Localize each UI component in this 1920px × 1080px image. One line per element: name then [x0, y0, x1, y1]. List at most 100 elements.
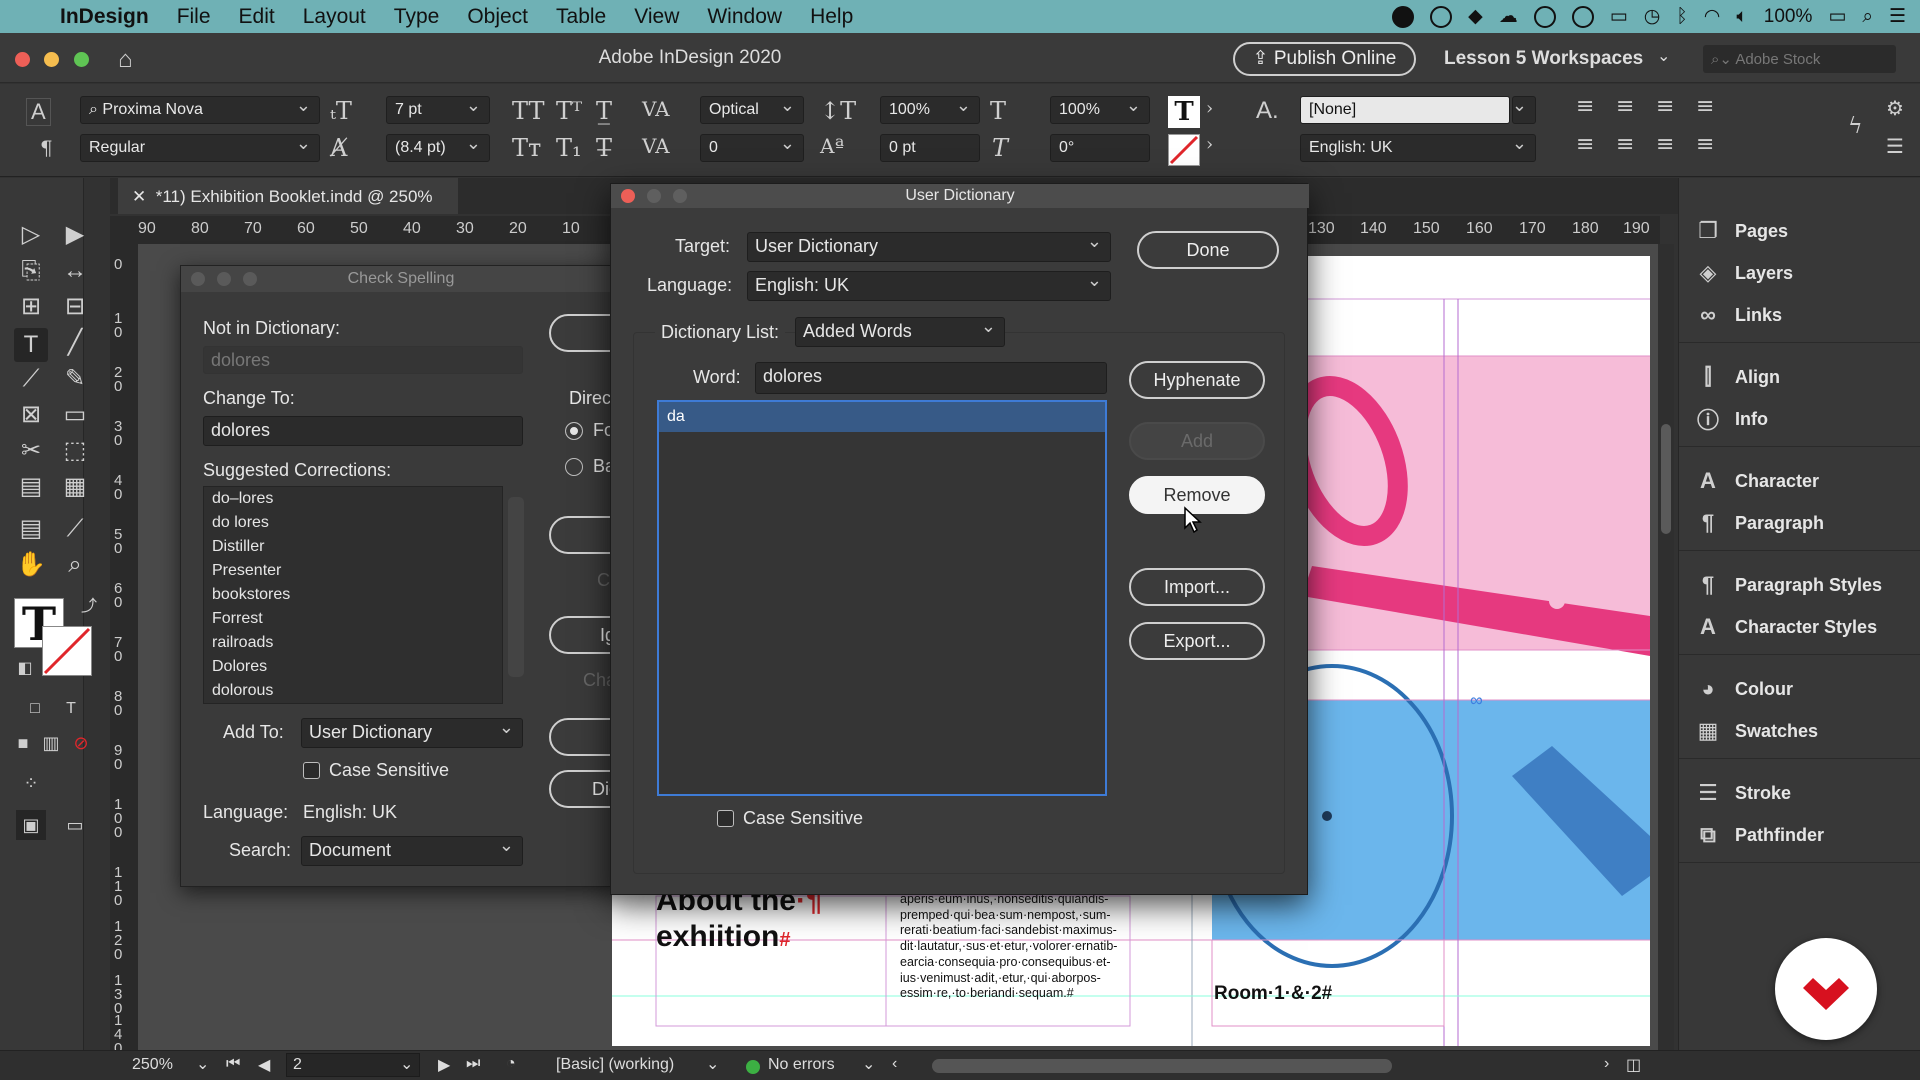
- minimize-dialog-button[interactable]: [647, 189, 661, 203]
- word-input[interactable]: dolores: [755, 362, 1107, 394]
- close-window-button[interactable]: [15, 52, 30, 67]
- list-scrollbar[interactable]: [508, 497, 524, 677]
- case-sensitive-checkbox[interactable]: [717, 810, 734, 827]
- align-left-icon[interactable]: ≡: [1576, 94, 1594, 119]
- selection-tool-icon[interactable]: ▷: [16, 220, 46, 250]
- spotlight-icon[interactable]: ⌕: [1862, 6, 1873, 28]
- language-dropdown[interactable]: English: UK: [1300, 134, 1536, 162]
- preflight-profile[interactable]: [Basic] (working): [556, 1056, 674, 1074]
- bluetooth-icon[interactable]: ᛒ: [1676, 6, 1687, 28]
- apply-none-icon[interactable]: ⊘: [66, 728, 96, 758]
- list-item[interactable]: do lores: [204, 511, 502, 535]
- eyedropper-tool-icon[interactable]: ⟋: [60, 514, 90, 544]
- done-button[interactable]: Done: [1137, 231, 1279, 269]
- font-size-field[interactable]: 7 pt: [386, 96, 490, 124]
- list-item[interactable]: Distiller: [204, 535, 502, 559]
- list-item[interactable]: do–lores: [204, 487, 502, 511]
- content-placer-icon[interactable]: ⊟: [60, 292, 90, 322]
- publish-online-button[interactable]: ⇪ Publish Online: [1233, 42, 1416, 76]
- document-tab[interactable]: ✕ *11) Exhibition Booklet.indd @ 250%: [118, 178, 458, 214]
- cloud-icon[interactable]: ☁: [1499, 5, 1518, 28]
- chevron-right-icon[interactable]: ›: [1206, 98, 1213, 119]
- time-machine-icon[interactable]: ◷: [1644, 5, 1661, 28]
- previous-page-icon[interactable]: ◀: [258, 1055, 270, 1075]
- menu-window[interactable]: Window: [693, 5, 796, 29]
- horizontal-scroll-thumb[interactable]: [932, 1059, 1392, 1073]
- panel-character[interactable]: A Character: [1695, 466, 1819, 496]
- font-family-dropdown[interactable]: ⌕ Proxima Nova: [80, 96, 320, 124]
- small-caps-icon[interactable]: Tт: [512, 134, 541, 162]
- minimize-window-button[interactable]: [44, 52, 59, 67]
- last-page-icon[interactable]: ⏭: [466, 1055, 480, 1073]
- pen-tool-icon[interactable]: ⟋: [16, 364, 46, 394]
- panel-colour[interactable]: ◕ Colour: [1695, 674, 1793, 704]
- panel-stroke[interactable]: ☰ Stroke: [1695, 778, 1791, 808]
- menu-edit[interactable]: Edit: [225, 5, 289, 29]
- link-chain-icon[interactable]: ∞: [1470, 690, 1483, 711]
- formatting-text-icon[interactable]: T: [56, 694, 86, 724]
- content-collector-icon[interactable]: ⊞: [16, 292, 46, 322]
- list-item[interactable]: dolorous: [204, 679, 502, 703]
- horizontal-scale-field[interactable]: 100%: [1050, 96, 1150, 124]
- swap-colors-icon[interactable]: ⤴: [74, 592, 104, 622]
- scroll-right-icon[interactable]: ›: [1604, 1055, 1609, 1073]
- page-tool-icon[interactable]: ⎘: [16, 256, 46, 286]
- next-page-icon[interactable]: ▶: [438, 1055, 450, 1075]
- all-caps-icon[interactable]: TT: [512, 97, 544, 125]
- chevron-down-icon[interactable]: ⌄: [1657, 46, 1670, 66]
- volume-icon[interactable]: 🔈︎: [1736, 6, 1747, 28]
- word-list[interactable]: da: [657, 400, 1107, 796]
- close-icon[interactable]: ✕: [132, 187, 156, 206]
- list-item[interactable]: Presenter: [204, 559, 502, 583]
- kerning-field[interactable]: Optical: [700, 96, 804, 124]
- skew-field[interactable]: 0°: [1050, 134, 1150, 162]
- formatting-container-icon[interactable]: □: [20, 694, 50, 724]
- search-scope-dropdown[interactable]: Document: [301, 835, 523, 866]
- normal-view-icon[interactable]: ▣: [16, 810, 46, 840]
- panel-paragraph[interactable]: ¶ Paragraph: [1695, 508, 1824, 538]
- panel-align[interactable]: ⫿ Align: [1695, 362, 1780, 392]
- list-item[interactable]: bookstores: [204, 583, 502, 607]
- gap-tool-icon[interactable]: ↔: [60, 256, 90, 286]
- menu-table[interactable]: Table: [542, 5, 620, 29]
- do-not-disturb-icon[interactable]: [1571, 5, 1594, 28]
- dropbox-icon[interactable]: ◆: [1468, 5, 1483, 28]
- page-dropdown-icon[interactable]: ⌄: [400, 1054, 413, 1074]
- hyphenate-button[interactable]: Hyphenate: [1129, 361, 1265, 399]
- underline-icon[interactable]: T̲: [596, 97, 612, 125]
- zoom-dialog-button[interactable]: [243, 272, 257, 286]
- character-style-dropdown[interactable]: [1512, 96, 1536, 124]
- menu-file[interactable]: File: [163, 5, 225, 29]
- scissors-tool-icon[interactable]: ✂: [16, 436, 46, 466]
- menu-view[interactable]: View: [620, 5, 693, 29]
- airplay-icon[interactable]: ▭: [1610, 5, 1628, 28]
- split-view-icon[interactable]: ◫: [1626, 1055, 1641, 1075]
- justify-center-icon[interactable]: ≡: [1616, 132, 1634, 157]
- grid-mode-icon[interactable]: ⁘: [16, 768, 46, 798]
- stock-search-input[interactable]: ⌕⌄ Adobe Stock: [1703, 45, 1896, 73]
- close-dialog-button[interactable]: [621, 189, 635, 203]
- panel-menu-icon[interactable]: ☰: [1886, 134, 1904, 158]
- note-tool-icon[interactable]: ▤: [16, 514, 46, 544]
- align-center-icon[interactable]: ≡: [1616, 94, 1634, 119]
- home-icon[interactable]: ⌂: [118, 46, 133, 74]
- zoom-dialog-button[interactable]: [673, 189, 687, 203]
- gradient-feather-tool-icon[interactable]: ▦: [60, 472, 90, 502]
- character-style-field[interactable]: [None]: [1300, 96, 1510, 124]
- direct-selection-tool-icon[interactable]: ▶: [60, 220, 90, 250]
- zoom-tool-icon[interactable]: ⌕: [60, 550, 90, 580]
- panel-links[interactable]: ∞ Links: [1695, 300, 1782, 330]
- stroke-swatch-icon[interactable]: [42, 626, 92, 676]
- fill-text-icon[interactable]: T: [1168, 96, 1200, 128]
- leading-field[interactable]: (8.4 pt): [386, 134, 490, 162]
- gradient-swatch-tool-icon[interactable]: ▤: [16, 472, 46, 502]
- menu-type[interactable]: Type: [380, 5, 454, 29]
- menu-layout[interactable]: Layout: [289, 5, 380, 29]
- panel-swatches[interactable]: ▦ Swatches: [1695, 716, 1818, 746]
- creative-cloud-icon[interactable]: [1430, 5, 1453, 28]
- stroke-none-icon[interactable]: [1168, 134, 1200, 166]
- align-right-icon[interactable]: ≡: [1656, 94, 1674, 119]
- chevron-right-icon[interactable]: ›: [1206, 134, 1213, 155]
- errors-dropdown-icon[interactable]: ⌄: [862, 1054, 875, 1074]
- justify-all-icon[interactable]: ≡: [1656, 132, 1674, 157]
